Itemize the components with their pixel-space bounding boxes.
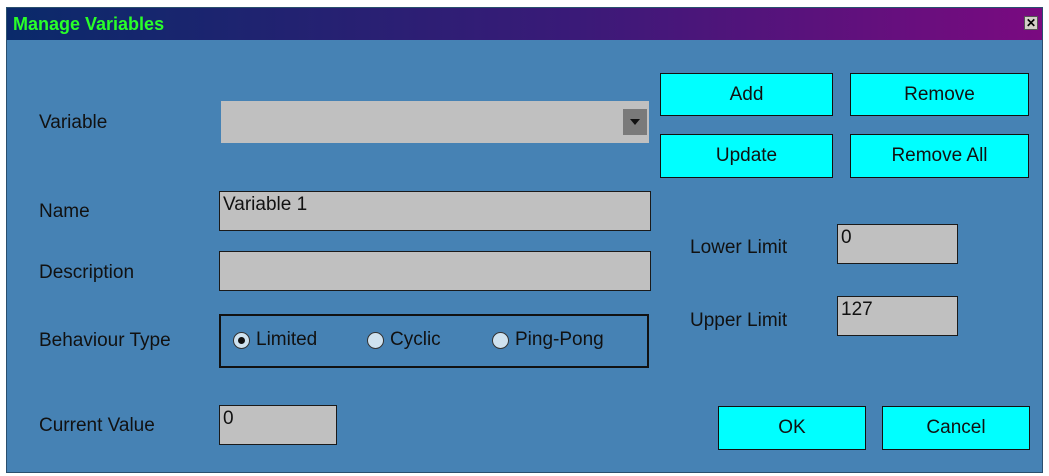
chevron-down-icon[interactable]: [623, 109, 647, 135]
title-bar[interactable]: Manage Variables ✕: [7, 8, 1042, 40]
add-button[interactable]: Add: [660, 73, 833, 116]
variable-label: Variable: [39, 112, 108, 133]
radio-label: Cyclic: [390, 329, 441, 350]
current-value-label: Current Value: [39, 415, 155, 436]
behaviour-type-label: Behaviour Type: [39, 330, 171, 351]
close-icon: ✕: [1025, 16, 1037, 30]
lower-limit-label: Lower Limit: [690, 237, 788, 258]
upper-limit-label: Upper Limit: [690, 310, 788, 331]
radio-selected-icon: [233, 331, 250, 349]
name-field[interactable]: Variable 1: [219, 191, 651, 231]
close-button[interactable]: ✕: [1024, 16, 1038, 30]
cancel-button[interactable]: Cancel: [882, 406, 1030, 450]
lower-limit-field[interactable]: 0: [837, 224, 958, 264]
remove-all-button[interactable]: Remove All: [850, 134, 1029, 178]
dialog-title: Manage Variables: [13, 14, 165, 34]
description-field[interactable]: [219, 251, 651, 291]
manage-variables-dialog: Manage Variables ✕ Variable Add Remove U…: [6, 7, 1043, 473]
remove-button[interactable]: Remove: [850, 73, 1029, 116]
radio-unselected-icon: [367, 331, 384, 349]
radio-ping-pong[interactable]: Ping-Pong: [492, 329, 604, 351]
behaviour-type-group: Limited Cyclic Ping-Pong: [219, 314, 649, 368]
radio-label: Limited: [256, 329, 318, 350]
variable-dropdown[interactable]: [221, 101, 649, 143]
upper-limit-field[interactable]: 127: [837, 296, 958, 336]
radio-limited[interactable]: Limited: [233, 329, 317, 351]
name-label: Name: [39, 201, 90, 222]
radio-unselected-icon: [492, 331, 509, 349]
update-button[interactable]: Update: [660, 134, 833, 178]
ok-button[interactable]: OK: [718, 406, 866, 450]
current-value-field[interactable]: 0: [219, 405, 337, 445]
radio-label: Ping-Pong: [515, 329, 604, 350]
radio-cyclic[interactable]: Cyclic: [367, 329, 441, 351]
description-label: Description: [39, 262, 135, 283]
